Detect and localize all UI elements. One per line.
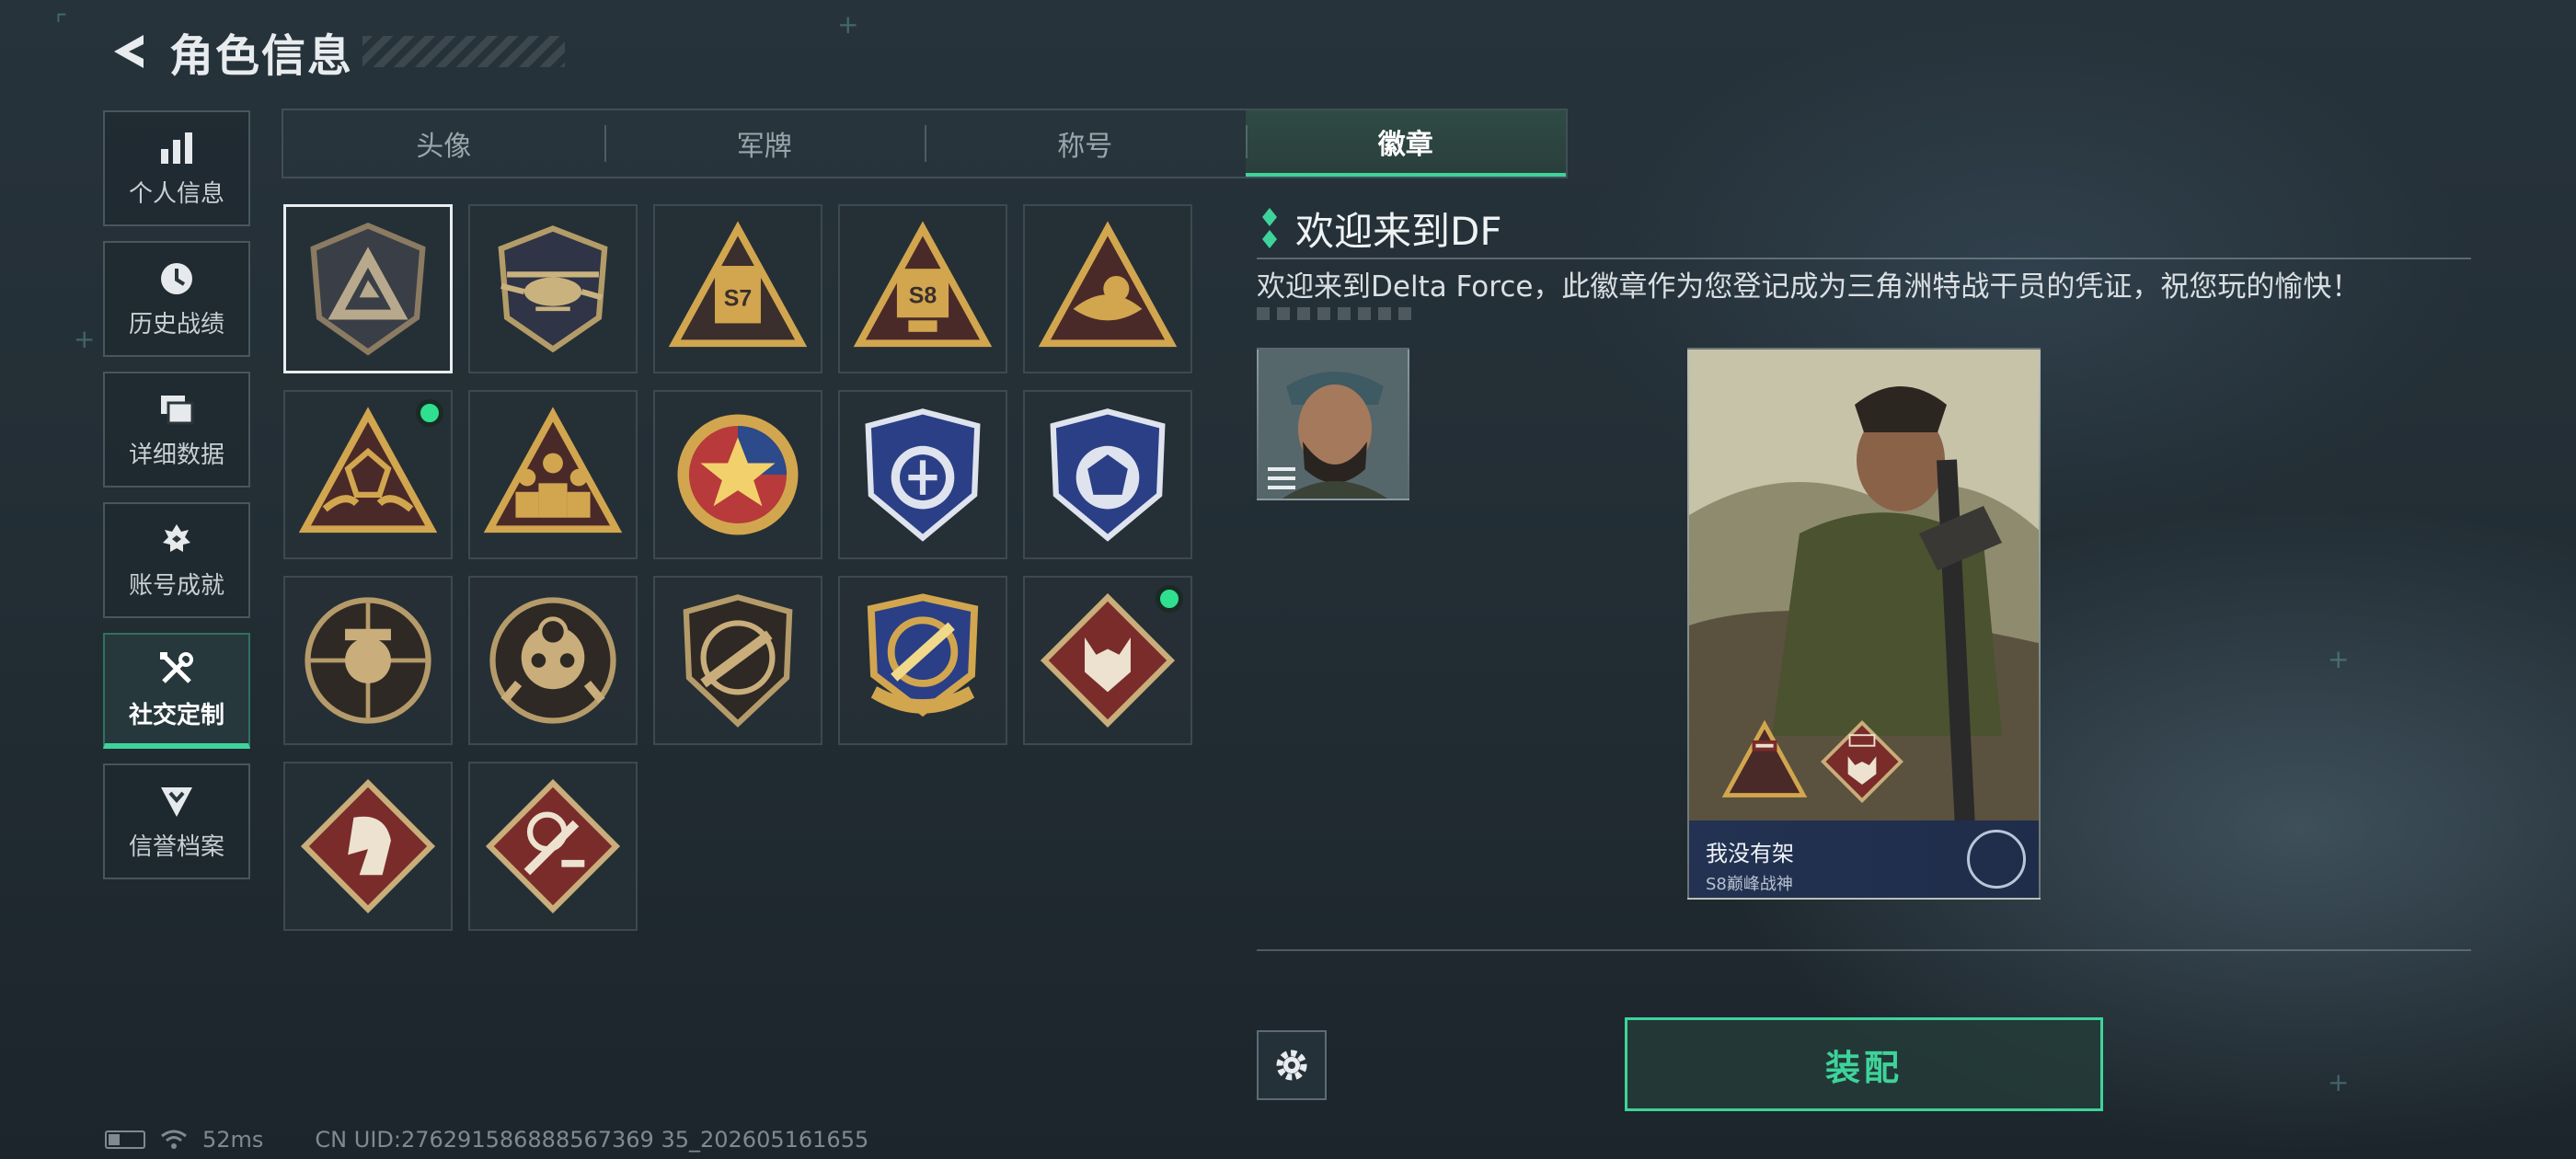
soldiers-triangle-badge-icon [483, 407, 623, 534]
badge-cell[interactable] [283, 762, 453, 931]
wolf-diamond-badge-icon [1040, 592, 1176, 729]
equipped-badge-1-icon [1721, 719, 1808, 798]
operator-avatar[interactable] [1257, 348, 1409, 500]
status-bar: 52ms CN UID:276291586888567369 35_202605… [105, 1124, 868, 1155]
hands-triangle-badge-icon [298, 407, 438, 534]
badge-cell[interactable] [838, 390, 1007, 559]
decor-mark: + [837, 9, 859, 40]
badge-cell[interactable] [838, 576, 1007, 745]
nav-label: 个人信息 [128, 179, 224, 208]
nav-label: 账号成就 [128, 571, 224, 600]
nav-item-personal-info[interactable]: 个人信息 [103, 110, 250, 226]
badge-cell[interactable] [1023, 576, 1192, 745]
new-indicator-dot [1156, 585, 1183, 613]
badge-name: 欢迎来到DF [1295, 208, 1502, 254]
badge-description: 欢迎来到Delta Force，此徽章作为您登记成为三角洲特战干员的凭证，祝您玩… [1257, 270, 2361, 304]
badge-cell[interactable] [468, 390, 638, 559]
operator-portrait-icon [1259, 350, 1408, 499]
tab-avatar[interactable]: 头像 [283, 110, 604, 177]
back-button[interactable] [101, 24, 156, 79]
delta-shield-badge-icon [310, 222, 426, 356]
page-title: 角色信息 [169, 30, 354, 82]
badge-cell[interactable] [468, 762, 638, 931]
battery-icon [105, 1130, 145, 1149]
badge-cell[interactable] [283, 576, 453, 745]
bar-chart-icon [161, 132, 192, 164]
achievement-icon [163, 523, 190, 552]
badge-cell[interactable] [283, 204, 453, 373]
decor-mark: + [2328, 1067, 2350, 1097]
badge-label: S8 [909, 283, 937, 309]
blue-shield-badge-2-icon [1050, 408, 1166, 542]
tab-badge[interactable]: 徽章 [1245, 110, 1566, 177]
badge-cell[interactable] [653, 576, 822, 745]
tab-dogtag[interactable]: 军牌 [604, 110, 926, 177]
decor-mark: + [74, 324, 96, 354]
star-roundel-badge-icon [677, 414, 799, 535]
nav-label: 历史战绩 [128, 310, 224, 339]
nav-item-history[interactable]: 历史战绩 [103, 241, 250, 357]
diamond-marker-icon [1262, 208, 1277, 248]
nav-item-social-custom[interactable]: 社交定制 [103, 633, 250, 749]
helicopter-badge-icon [498, 225, 608, 353]
badge-cell[interactable]: S7 [653, 204, 822, 373]
operator-card: 我没有架 S8巅峰战神 [1687, 348, 2041, 900]
nav-item-reputation[interactable]: 信誉档案 [103, 763, 250, 879]
page-header: 角色信息 [101, 22, 566, 82]
reputation-icon [161, 786, 192, 817]
side-nav: 个人信息 历史战绩 详细数据 账号成就 社交定制 信誉档案 [103, 110, 250, 894]
divider [1257, 949, 2471, 951]
badge-detail-header: 欢迎来到DF [1259, 201, 1502, 256]
badge-label: S7 [724, 286, 753, 312]
nav-item-achievements[interactable]: 账号成就 [103, 502, 250, 618]
decor-mark: + [2328, 644, 2350, 674]
badge-cell[interactable] [1023, 390, 1192, 559]
equip-button[interactable]: 装配 [1625, 1017, 2103, 1111]
tools-diamond-badge-icon [485, 778, 621, 914]
s8-badge-icon: S8 [853, 221, 993, 348]
rifle-shield-badge-icon [683, 594, 793, 728]
tools-icon [160, 651, 193, 683]
card-footer: 我没有架 S8巅峰战神 [1689, 820, 2039, 898]
nav-label: 社交定制 [128, 701, 224, 729]
folders-icon [161, 395, 194, 424]
badge-cell[interactable] [468, 576, 638, 745]
wifi-icon [161, 1130, 187, 1149]
badge-grid: S7 S8 [283, 204, 1196, 931]
rank-emblem-icon [1967, 830, 2026, 889]
uid-text: CN UID:276291586888567369 35_20260516165… [315, 1127, 869, 1153]
nav-label: 信誉档案 [128, 832, 224, 861]
title-decoration [362, 36, 566, 67]
skull-sniper-badge-icon [305, 597, 431, 724]
settings-button[interactable] [1257, 1030, 1327, 1100]
nav-item-detailed-data[interactable]: 详细数据 [103, 372, 250, 488]
divider [1257, 258, 2471, 259]
horse-diamond-badge-icon [300, 778, 436, 914]
s7-badge-icon: S7 [668, 221, 808, 348]
knife-crest-badge-icon [867, 593, 979, 717]
badge-cell[interactable] [1023, 204, 1192, 373]
badge-cell[interactable] [468, 204, 638, 373]
clock-icon [161, 262, 192, 294]
crosshair-skull-badge-icon [489, 597, 616, 724]
bird-triangle-badge-icon [1038, 221, 1178, 348]
nav-label: 详细数据 [128, 441, 224, 469]
badge-cell[interactable] [283, 390, 453, 559]
tab-title[interactable]: 称号 [925, 110, 1246, 177]
badge-cell[interactable]: S8 [838, 204, 1007, 373]
blue-shield-badge-1-icon [865, 408, 981, 542]
tab-bar: 头像 军牌 称号 徽章 [282, 109, 1568, 178]
badge-cell[interactable] [653, 390, 822, 559]
decor-mark: ⌜ [55, 9, 68, 40]
equipped-badge-2-icon [1821, 720, 1903, 803]
date-placeholder [1257, 307, 1419, 320]
new-indicator-dot [416, 399, 443, 427]
chevron-left-icon [114, 35, 144, 68]
gear-icon [1276, 1050, 1307, 1081]
ping-value: 52ms [202, 1127, 264, 1153]
